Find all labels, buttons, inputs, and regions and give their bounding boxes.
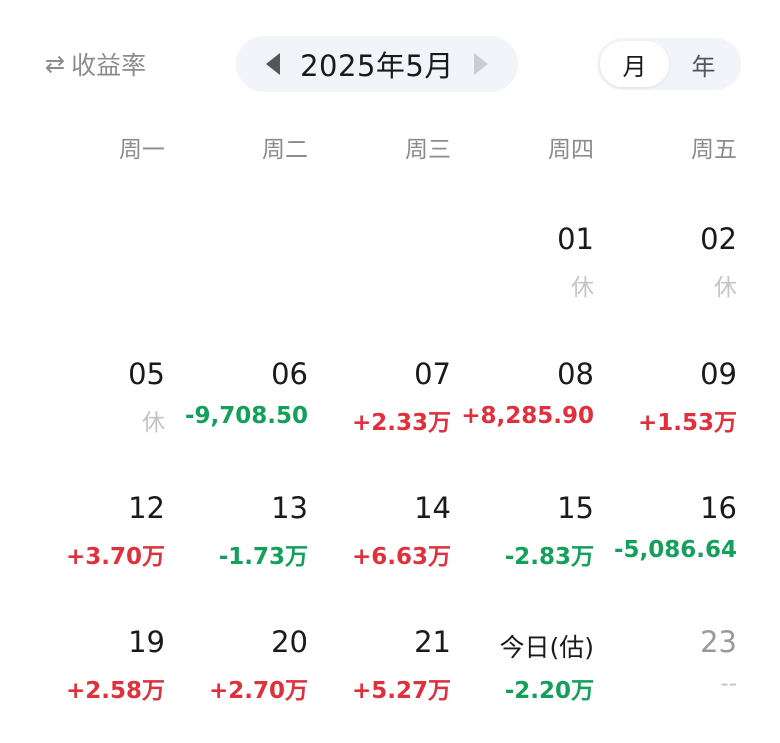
day-number: 20: [271, 625, 308, 659]
day-number: 08: [557, 357, 594, 391]
daily-pnl-value: -5,086.64: [613, 537, 737, 563]
next-month-icon[interactable]: [473, 53, 488, 75]
daily-pnl-value: +3.70万: [65, 544, 165, 570]
day-number: 21: [414, 625, 451, 659]
metric-toggle-label: 收益率: [71, 51, 147, 80]
day-number: 14: [414, 491, 451, 525]
holiday-label: 休: [571, 275, 594, 301]
day-number: 13: [271, 491, 308, 525]
daily-pnl-value: +2.33万: [351, 410, 451, 436]
day-number: 今日(估): [499, 633, 594, 662]
month-label: 2025年5月: [300, 49, 454, 83]
weekday-label: 周四: [548, 137, 594, 163]
weekday-label: 周一: [119, 137, 165, 163]
calendar-day[interactable]: 23 --: [594, 625, 737, 725]
day-number: 16: [700, 491, 737, 525]
calendar-day-today[interactable]: 今日(估) -2.20万: [451, 625, 594, 725]
day-number: 19: [128, 625, 165, 659]
calendar-day[interactable]: 20 +2.70万: [165, 625, 308, 725]
day-number: 01: [557, 222, 594, 256]
calendar-day[interactable]: 14 +6.63万: [308, 491, 451, 591]
calendar-day[interactable]: 08 +8,285.90: [451, 357, 594, 457]
holiday-label: 休: [714, 275, 737, 301]
weekday-header: 周一 周二 周三 周四 周五: [0, 130, 780, 170]
day-number: 15: [557, 491, 594, 525]
day-number: 23: [700, 625, 737, 659]
holiday-label: 休: [142, 410, 165, 436]
daily-pnl-value: +5.27万: [351, 678, 451, 704]
daily-pnl-value: +6.63万: [351, 544, 451, 570]
calendar-day[interactable]: 01 休: [451, 222, 594, 322]
calendar-day[interactable]: 02 休: [594, 222, 737, 322]
view-month-button[interactable]: 月: [600, 41, 669, 87]
metric-toggle[interactable]: ⇄ 收益率: [45, 46, 146, 82]
daily-pnl-value: -9,708.50: [184, 403, 308, 429]
calendar-day[interactable]: 19 +2.58万: [22, 625, 165, 725]
day-number: 09: [700, 357, 737, 391]
weekday-label: 周三: [405, 137, 451, 163]
daily-pnl-value: +1.53万: [637, 410, 737, 436]
calendar-day[interactable]: 16 -5,086.64: [594, 491, 737, 591]
calendar-day[interactable]: 13 -1.73万: [165, 491, 308, 591]
daily-pnl-value: +2.58万: [65, 678, 165, 704]
day-number: 12: [128, 491, 165, 525]
weekday-label: 周五: [691, 137, 737, 163]
calendar-day[interactable]: 06 -9,708.50: [165, 357, 308, 457]
view-switch: 月 年: [597, 38, 741, 90]
calendar-day[interactable]: 05 休: [22, 357, 165, 457]
daily-pnl-value: --: [720, 671, 737, 697]
daily-pnl-value: -2.83万: [504, 544, 594, 570]
calendar-day[interactable]: 09 +1.53万: [594, 357, 737, 457]
day-number: 06: [271, 357, 308, 391]
calendar-day[interactable]: 15 -2.83万: [451, 491, 594, 591]
weekday-label: 周二: [262, 137, 308, 163]
month-navigator: 2025年5月: [236, 36, 518, 92]
daily-pnl-value: -1.73万: [218, 544, 308, 570]
calendar-day[interactable]: 12 +3.70万: [22, 491, 165, 591]
calendar-day[interactable]: 21 +5.27万: [308, 625, 451, 725]
day-number: 07: [414, 357, 451, 391]
swap-icon: ⇄: [45, 50, 66, 78]
day-number: 02: [700, 222, 737, 256]
view-year-button[interactable]: 年: [669, 41, 738, 87]
day-number: 05: [128, 357, 165, 391]
calendar-day[interactable]: 07 +2.33万: [308, 357, 451, 457]
calendar-page: ⇄ 收益率 2025年5月 月 年 周一 周二 周三 周四 周五 01 休 02 休 05 休 06…: [0, 0, 780, 743]
prev-month-icon[interactable]: [266, 53, 280, 75]
daily-pnl-value: +2.70万: [208, 678, 308, 704]
daily-pnl-value: +8,285.90: [461, 403, 594, 429]
daily-pnl-value: -2.20万: [504, 678, 594, 704]
